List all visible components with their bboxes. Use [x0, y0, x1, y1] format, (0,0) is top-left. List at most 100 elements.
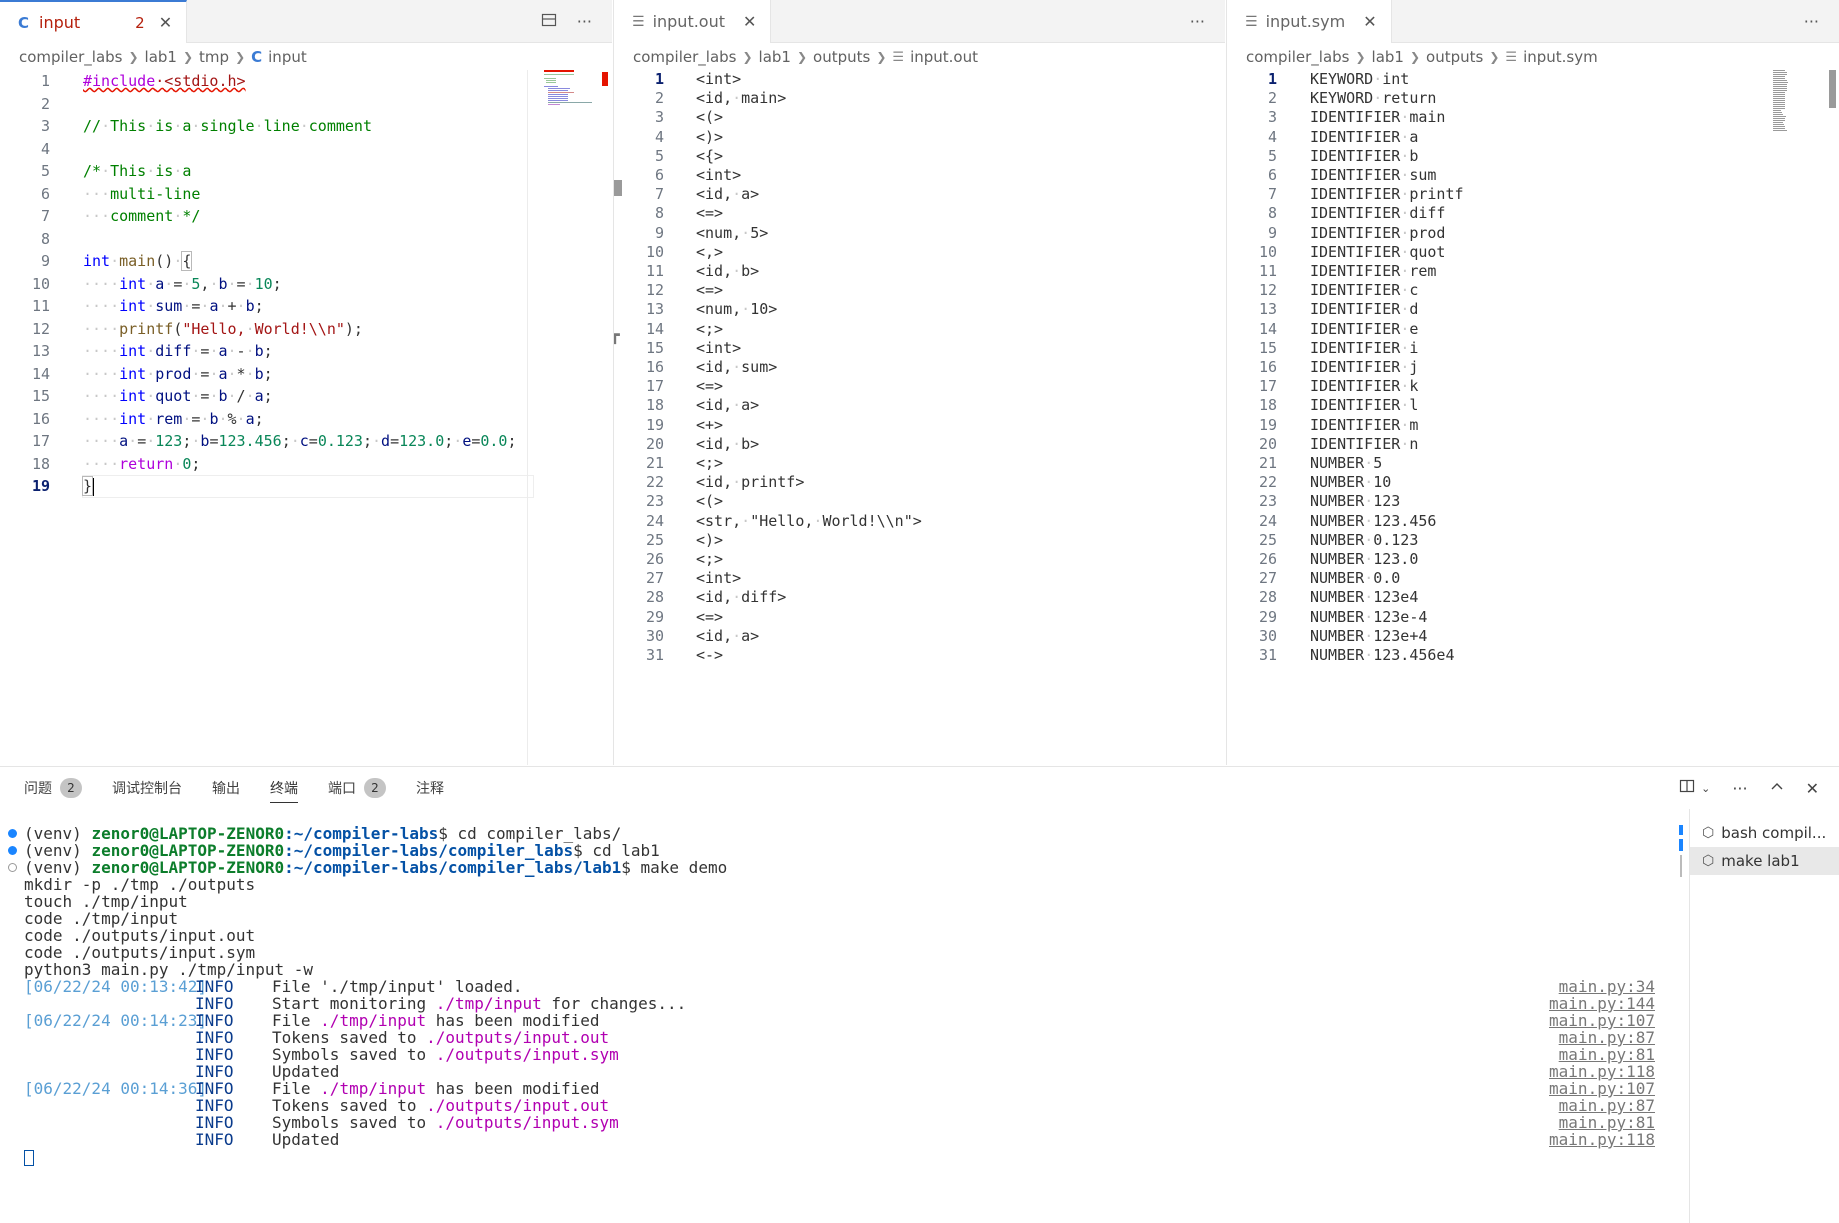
- log-source-link[interactable]: main.py:107: [1549, 1012, 1655, 1029]
- minimap[interactable]: [544, 70, 606, 120]
- line-number: 25: [645, 530, 664, 549]
- breadcrumb-file[interactable]: input.sym: [1523, 48, 1598, 66]
- breadcrumb-file[interactable]: input.out: [910, 48, 978, 66]
- log-source-link[interactable]: main.py:118: [1549, 1131, 1655, 1148]
- scroll-thumb[interactable]: [1680, 855, 1682, 877]
- code-line: IDENTIFIER·prod: [1310, 223, 1446, 242]
- close-icon[interactable]: ✕: [1363, 12, 1376, 31]
- terminal-output[interactable]: (venv) zenor0@LAPTOP-ZENOR0:~/compiler-l…: [0, 825, 1690, 1223]
- command-status-dot[interactable]: [8, 863, 17, 872]
- terminal-item-bash[interactable]: ⬡ bash compil...: [1690, 819, 1839, 847]
- split-editor-icon[interactable]: [541, 12, 557, 32]
- code-line: <int>: [696, 70, 742, 88]
- breadcrumb-item[interactable]: lab1: [145, 48, 177, 66]
- code-line: <=>: [696, 377, 724, 396]
- line-number: 4: [654, 127, 664, 146]
- breadcrumb-item[interactable]: compiler_labs: [19, 48, 122, 66]
- line-number: 20: [1258, 434, 1277, 453]
- code-line: IDENTIFIER·l: [1310, 396, 1419, 415]
- log-timestamp: [06/22/24 00:13:42]: [24, 977, 208, 996]
- code-line: IDENTIFIER·b: [1310, 146, 1419, 165]
- log-source-link[interactable]: main.py:81: [1559, 1114, 1655, 1131]
- log-source-link[interactable]: main.py:87: [1559, 1029, 1655, 1046]
- editor-actions: ···: [1804, 0, 1839, 43]
- code-line: ····int·diff·=·a·-·b;: [83, 342, 273, 360]
- code-line: ····int·rem·=·b·%·a;: [83, 409, 264, 428]
- chevron-down-icon[interactable]: ⌄: [1701, 782, 1710, 795]
- command-status-dot[interactable]: [8, 846, 17, 855]
- code-line: <->: [696, 646, 724, 664]
- line-number: 11: [31, 297, 50, 315]
- prompt-line: (venv) zenor0@LAPTOP-ZENOR0:~/compiler-l…: [24, 825, 621, 842]
- log-source-link[interactable]: main.py:34: [1559, 978, 1655, 995]
- breadcrumb-item[interactable]: lab1: [759, 48, 791, 66]
- log-source-link[interactable]: main.py:87: [1559, 1097, 1655, 1114]
- breadcrumb-item[interactable]: compiler_labs: [633, 48, 736, 66]
- line-number: 8: [654, 204, 664, 223]
- code-line: <int>: [696, 569, 742, 588]
- line-number: 18: [1258, 396, 1277, 415]
- code-line: <num,·5>: [696, 223, 769, 242]
- tab-debug-console[interactable]: 调试控制台: [112, 767, 182, 809]
- tab-problems[interactable]: 问题 2: [24, 767, 82, 809]
- code-line: NUMBER·123e+4: [1310, 626, 1428, 645]
- scroll-thumb[interactable]: [614, 180, 622, 196]
- code-line: //·This·is·a·single·line·comment: [83, 117, 372, 135]
- file-lines-icon: ☰: [1245, 13, 1258, 30]
- code-line: IDENTIFIER·j: [1310, 358, 1419, 376]
- log-source-link[interactable]: main.py:118: [1549, 1063, 1655, 1080]
- file-lines-icon: ☰: [892, 49, 905, 65]
- log-source-link[interactable]: main.py:81: [1559, 1046, 1655, 1063]
- breadcrumb-item[interactable]: outputs: [1426, 48, 1483, 66]
- tab-terminal[interactable]: 终端: [270, 767, 298, 809]
- panel-actions: ⌄ ··· ✕: [1679, 767, 1819, 809]
- more-actions-icon[interactable]: ···: [1804, 12, 1819, 31]
- line-number: 30: [645, 626, 664, 645]
- tab-ports[interactable]: 端口 2: [328, 767, 386, 809]
- breadcrumb-file[interactable]: input: [268, 48, 307, 66]
- code-editor[interactable]: 1 #include·<stdio.h> 2 3 //·This·is·a·sing…: [0, 70, 612, 765]
- chevron-right-icon: ❯: [128, 50, 139, 64]
- close-panel-icon[interactable]: ✕: [1806, 779, 1819, 798]
- log-path: ./outputs/input.sym: [435, 1045, 619, 1064]
- sash-marker: ┳: [614, 325, 626, 344]
- terminal-item-make[interactable]: ⬡ make lab1: [1690, 847, 1839, 875]
- close-icon[interactable]: ✕: [159, 13, 172, 32]
- line-number: 22: [645, 473, 664, 492]
- log-source-link[interactable]: main.py:107: [1549, 1080, 1655, 1097]
- breadcrumb-item[interactable]: outputs: [813, 48, 870, 66]
- log-source-link[interactable]: main.py:144: [1549, 995, 1655, 1012]
- more-actions-icon[interactable]: ···: [577, 12, 592, 31]
- code-editor[interactable]: 1 <int> 2 <id,·main> 3 <(> 4 <)> 5 <{> 6 <int> 7 <id,…: [614, 70, 1225, 765]
- scroll-marker: [1679, 825, 1683, 835]
- tab-input[interactable]: C input 2 ✕: [0, 0, 188, 43]
- c-language-icon: C: [18, 13, 30, 32]
- minimap[interactable]: [1773, 70, 1793, 140]
- split-terminal-icon[interactable]: [1679, 778, 1695, 798]
- maximize-panel-icon[interactable]: [1770, 779, 1784, 798]
- more-actions-icon[interactable]: ···: [1732, 779, 1747, 798]
- log-line: INFO Symbols saved to ./outputs/input.sym: [24, 1114, 619, 1131]
- more-actions-icon[interactable]: ···: [1190, 12, 1205, 31]
- breadcrumb-item[interactable]: tmp: [199, 48, 229, 66]
- tab-label: input.out: [652, 12, 726, 31]
- close-icon[interactable]: ✕: [743, 12, 756, 31]
- tab-input-sym[interactable]: ☰ input.sym ✕: [1227, 0, 1392, 43]
- breadcrumb-item[interactable]: lab1: [1372, 48, 1404, 66]
- c-language-icon: C: [251, 48, 263, 66]
- line-number: 4: [1267, 127, 1277, 146]
- code-line: <str,·"Hello,·World!\\n">: [696, 511, 922, 530]
- line-number: 1: [654, 70, 664, 88]
- code-editor[interactable]: 1 KEYWORD·int 2 KEYWORD·return 3 IDENTIFIER·m…: [1227, 70, 1839, 765]
- line-number: 16: [1258, 358, 1277, 376]
- tab-output[interactable]: 输出: [212, 767, 240, 809]
- command-status-dot[interactable]: [8, 829, 17, 838]
- editor-group-input-sym: ☰ input.sym ✕ ··· compiler_labs ❯ lab1 ❯ o…: [1226, 0, 1839, 765]
- scroll-thumb[interactable]: [1829, 70, 1836, 108]
- line-number: 8: [1267, 204, 1277, 223]
- terminal-name: bash compil...: [1721, 824, 1827, 842]
- breadcrumb-item[interactable]: compiler_labs: [1246, 48, 1349, 66]
- tab-comments[interactable]: 注释: [416, 767, 444, 809]
- code-line: IDENTIFIER·sum: [1310, 166, 1437, 184]
- tab-input-out[interactable]: ☰ input.out ✕: [614, 0, 772, 43]
